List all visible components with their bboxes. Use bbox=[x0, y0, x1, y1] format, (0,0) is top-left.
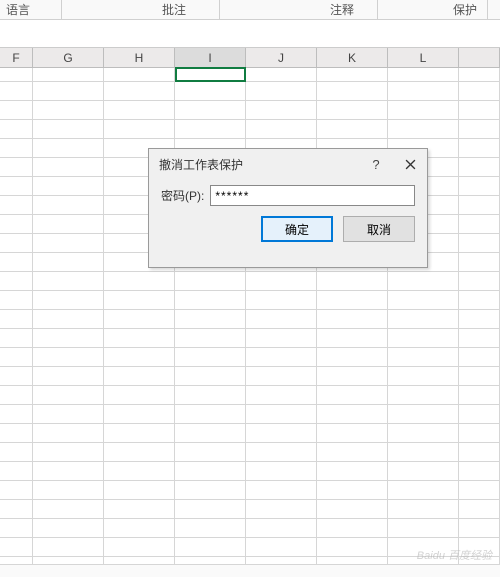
table-row[interactable] bbox=[0, 291, 500, 310]
ribbon-tab-language[interactable]: 语言 bbox=[0, 0, 62, 19]
ok-button[interactable]: 确定 bbox=[261, 216, 333, 242]
table-row[interactable] bbox=[0, 120, 500, 139]
unprotect-sheet-dialog: 撤消工作表保护 ? 密码(P): 确定 取消 bbox=[148, 148, 428, 268]
footer-bar bbox=[0, 564, 500, 577]
cancel-button[interactable]: 取消 bbox=[343, 216, 415, 242]
ribbon-tab-note[interactable]: 注释 bbox=[220, 0, 378, 19]
table-row[interactable] bbox=[0, 519, 500, 538]
table-row[interactable] bbox=[0, 443, 500, 462]
table-row[interactable] bbox=[0, 405, 500, 424]
dialog-body: 密码(P): bbox=[149, 179, 427, 210]
password-input[interactable] bbox=[210, 185, 415, 206]
table-row[interactable] bbox=[0, 272, 500, 291]
ribbon-gap bbox=[0, 20, 500, 48]
table-row[interactable] bbox=[0, 386, 500, 405]
column-headers: F G H I J K L bbox=[0, 48, 500, 68]
col-header-h[interactable]: H bbox=[104, 48, 175, 67]
table-row[interactable] bbox=[0, 500, 500, 519]
close-icon bbox=[405, 159, 416, 170]
close-button[interactable] bbox=[393, 149, 427, 179]
table-row[interactable] bbox=[0, 101, 500, 120]
password-label: 密码(P): bbox=[161, 187, 204, 204]
col-header-l[interactable]: L bbox=[388, 48, 459, 67]
ribbon-tab-protect[interactable]: 保护 bbox=[378, 0, 488, 19]
table-row[interactable] bbox=[0, 481, 500, 500]
table-row[interactable] bbox=[0, 462, 500, 481]
col-header-i[interactable]: I bbox=[175, 48, 246, 67]
spreadsheet-grid[interactable]: // placeholder; rows generated below aft… bbox=[0, 68, 500, 576]
table-row[interactable] bbox=[0, 329, 500, 348]
dialog-title: 撤消工作表保护 bbox=[159, 156, 359, 173]
help-button[interactable]: ? bbox=[359, 149, 393, 179]
table-row[interactable] bbox=[0, 424, 500, 443]
col-header-g[interactable]: G bbox=[33, 48, 104, 67]
table-row[interactable] bbox=[0, 68, 500, 82]
dialog-titlebar[interactable]: 撤消工作表保护 ? bbox=[149, 149, 427, 179]
col-header-j[interactable]: J bbox=[246, 48, 317, 67]
table-row[interactable] bbox=[0, 310, 500, 329]
ribbon-tab-comment[interactable]: 批注 bbox=[62, 0, 220, 19]
col-header-spacer bbox=[459, 48, 500, 67]
table-row[interactable] bbox=[0, 367, 500, 386]
table-row[interactable] bbox=[0, 538, 500, 557]
table-row[interactable] bbox=[0, 348, 500, 367]
dialog-buttons: 确定 取消 bbox=[149, 210, 427, 242]
ribbon: 语言 批注 注释 保护 bbox=[0, 0, 500, 20]
col-header-k[interactable]: K bbox=[317, 48, 388, 67]
col-header-f[interactable]: F bbox=[0, 48, 33, 67]
table-row[interactable] bbox=[0, 82, 500, 101]
